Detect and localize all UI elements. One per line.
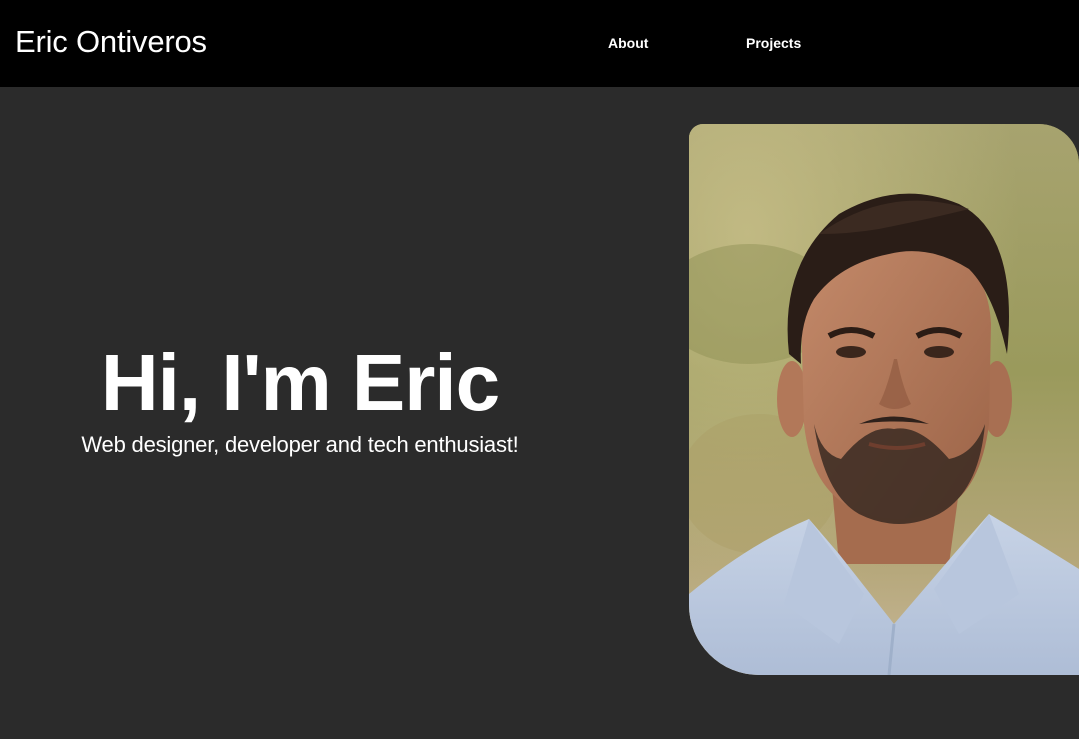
portrait-illustration	[689, 124, 1079, 675]
top-navbar: Eric Ontiveros About Projects	[0, 0, 1079, 87]
portrait-image	[689, 124, 1079, 675]
page: Eric Ontiveros About Projects Hi, I'm Er…	[0, 0, 1079, 739]
hero-title: Hi, I'm Eric	[100, 338, 500, 427]
brand-logo-text[interactable]: Eric Ontiveros	[15, 24, 207, 60]
hero-section: Hi, I'm Eric Web designer, developer and…	[0, 335, 600, 459]
nav-link-about[interactable]: About	[608, 35, 648, 51]
nav-link-projects[interactable]: Projects	[746, 35, 801, 51]
hero-subtitle: Web designer, developer and tech enthusi…	[81, 432, 519, 457]
